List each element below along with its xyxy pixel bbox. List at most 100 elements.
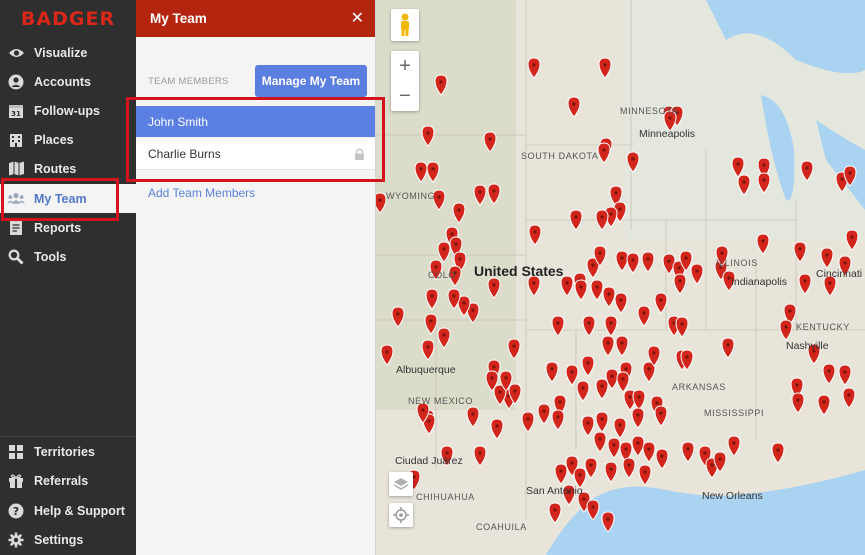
sidebar-item-accounts[interactable]: Accounts (0, 67, 136, 96)
map-marker[interactable] (466, 406, 480, 428)
map-marker[interactable] (673, 273, 687, 295)
zoom-out-button[interactable]: − (399, 81, 411, 111)
map-marker[interactable] (655, 448, 669, 470)
map-marker[interactable] (817, 394, 831, 416)
map-marker[interactable] (756, 233, 770, 255)
map-marker[interactable] (681, 441, 695, 463)
map-marker[interactable] (601, 335, 615, 357)
map-marker[interactable] (490, 418, 504, 440)
sidebar-item-settings[interactable]: Settings (0, 525, 136, 554)
locate-me-icon[interactable] (389, 503, 413, 527)
map-marker[interactable] (798, 273, 812, 295)
map-marker[interactable] (791, 392, 805, 414)
map-marker[interactable] (727, 435, 741, 457)
map-marker[interactable] (593, 431, 607, 453)
map-marker[interactable] (616, 371, 630, 393)
map-marker[interactable] (654, 405, 668, 427)
map-marker[interactable] (604, 461, 618, 483)
map-marker[interactable] (838, 364, 852, 386)
badger-logo[interactable]: BADGER (0, 0, 136, 37)
close-icon[interactable]: ✕ (351, 10, 364, 27)
map-marker[interactable] (537, 403, 551, 425)
sidebar-item-reports[interactable]: Reports (0, 213, 136, 242)
map-marker[interactable] (614, 292, 628, 314)
sidebar-item-follow-ups[interactable]: 31 Follow-ups (0, 96, 136, 125)
map-marker[interactable] (771, 442, 785, 464)
map-marker-dot (600, 384, 604, 388)
sidebar-item-referrals[interactable]: Referrals (0, 466, 136, 495)
building-icon (7, 131, 25, 149)
map-marker[interactable] (820, 247, 834, 269)
map-marker[interactable] (551, 315, 565, 337)
map-label: WYOMING (386, 191, 436, 201)
sidebar-item-tools[interactable]: Tools (0, 242, 136, 271)
sidebar-item-routes[interactable]: Routes (0, 154, 136, 183)
zoom-in-button[interactable]: + (399, 51, 411, 81)
map-icon (7, 160, 25, 178)
map-marker[interactable] (690, 263, 704, 285)
layers-icon[interactable] (389, 472, 413, 496)
map-marker[interactable] (675, 316, 689, 338)
map-marker[interactable] (567, 96, 581, 118)
sidebar-item-territories[interactable]: Territories (0, 437, 136, 466)
map-marker[interactable] (545, 361, 559, 383)
sidebar-item-visualize[interactable]: Visualize (0, 38, 136, 67)
team-member-row[interactable]: John Smith (136, 106, 375, 137)
map-marker[interactable] (632, 389, 646, 411)
map-marker-dot (703, 451, 707, 455)
map-marker[interactable] (548, 502, 562, 524)
map-marker[interactable] (584, 457, 598, 479)
svg-text:?: ? (13, 505, 19, 518)
sidebar-item-places[interactable]: Places (0, 125, 136, 154)
map-marker[interactable] (626, 252, 640, 274)
map-marker[interactable] (554, 463, 568, 485)
map-marker[interactable] (721, 337, 735, 359)
map-marker-dot (513, 389, 517, 393)
map-marker[interactable] (528, 224, 542, 246)
map-marker[interactable] (473, 445, 487, 467)
map-marker[interactable] (574, 279, 588, 301)
map-marker[interactable] (779, 319, 793, 341)
sidebar-item-my-team[interactable]: My Team (0, 184, 136, 213)
map-marker[interactable] (595, 411, 609, 433)
map-view[interactable]: MINNESOTA Minneapolis SOUTH DAKOTA WYOMI… (376, 0, 865, 555)
map-marker[interactable] (602, 286, 616, 308)
map-marker[interactable] (595, 209, 609, 231)
map-marker[interactable] (637, 305, 651, 327)
calendar-icon: 31 (7, 102, 25, 120)
map-marker[interactable] (597, 142, 611, 164)
map-marker[interactable] (604, 315, 618, 337)
map-marker[interactable] (631, 407, 645, 429)
map-marker[interactable] (521, 411, 535, 433)
map-marker[interactable] (595, 378, 609, 400)
map-marker[interactable] (576, 380, 590, 402)
map-marker[interactable] (622, 457, 636, 479)
map-marker[interactable] (527, 57, 541, 79)
street-view-pegman-icon[interactable] (391, 9, 419, 41)
map-marker[interactable] (598, 57, 612, 79)
sidebar-item-help-support[interactable]: ? Help & Support (0, 496, 136, 525)
map-marker[interactable] (581, 415, 595, 437)
map-marker[interactable] (615, 335, 629, 357)
map-marker[interactable] (641, 251, 655, 273)
map-marker[interactable] (581, 355, 595, 377)
map-marker[interactable] (631, 435, 645, 457)
map-marker[interactable] (615, 250, 629, 272)
map-marker[interactable] (842, 387, 856, 409)
map-marker[interactable] (642, 441, 656, 463)
team-member-row[interactable]: Charlie Burns (136, 139, 375, 170)
add-team-members-link[interactable]: Add Team Members (148, 186, 255, 200)
map-marker[interactable] (822, 363, 836, 385)
manage-my-team-button[interactable]: Manage My Team (255, 65, 367, 97)
map-marker[interactable] (560, 275, 574, 297)
map-marker[interactable] (654, 292, 668, 314)
map-marker[interactable] (590, 279, 604, 301)
map-marker[interactable] (607, 437, 621, 459)
map-marker[interactable] (845, 229, 859, 251)
map-marker[interactable] (582, 315, 596, 337)
map-marker[interactable] (569, 209, 583, 231)
map-marker[interactable] (551, 409, 565, 431)
map-marker[interactable] (638, 464, 652, 486)
map-marker[interactable] (613, 417, 627, 439)
map-marker[interactable] (527, 275, 541, 297)
